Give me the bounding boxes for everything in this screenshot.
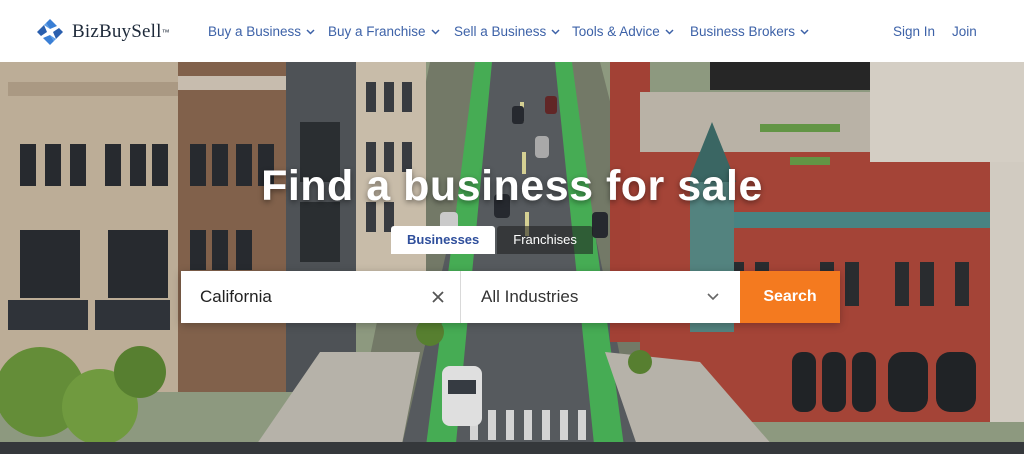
tab-franchises[interactable]: Franchises [497, 226, 593, 254]
nav-label: Business Brokers [690, 24, 796, 39]
hero-section: Find a business for sale Businesses Fran… [0, 62, 1024, 454]
clear-icon[interactable] [431, 290, 445, 304]
tab-businesses[interactable]: Businesses [391, 226, 496, 254]
industry-select[interactable]: All Industries [461, 271, 740, 323]
nav-buy-a-business[interactable]: Buy a Business [208, 24, 315, 39]
sign-in-link[interactable]: Sign In [893, 24, 935, 39]
chevron-down-icon [306, 28, 315, 35]
chevron-down-icon [800, 28, 809, 35]
join-link[interactable]: Join [952, 24, 977, 39]
nav-label: Buy a Business [208, 24, 302, 39]
brand-name: BizBuySell [72, 21, 162, 42]
chevron-down-icon [665, 28, 674, 35]
hero-street-background-image [0, 62, 1024, 454]
search-bar: All Industries Search [181, 271, 840, 323]
location-field-container [181, 271, 461, 323]
nav-business-brokers[interactable]: Business Brokers [690, 24, 809, 39]
search-button[interactable]: Search [740, 271, 840, 323]
chevron-down-icon [431, 28, 440, 35]
bizbuysell-logo-icon [37, 19, 63, 45]
nav-label: Tools & Advice [572, 24, 660, 39]
nav-label: Buy a Franchise [328, 24, 426, 39]
brand-trademark: ™ [161, 27, 170, 37]
nav-tools-and-advice[interactable]: Tools & Advice [572, 24, 674, 39]
nav-buy-a-franchise[interactable]: Buy a Franchise [328, 24, 440, 39]
chevron-down-icon [707, 293, 719, 301]
location-input[interactable] [181, 271, 411, 323]
hero-title: Find a business for sale [261, 162, 763, 210]
nav-label: Sell a Business [454, 24, 547, 39]
chevron-down-icon [551, 28, 560, 35]
site-header: BizBuySell ™ Buy a Business Buy a Franch… [0, 0, 1024, 62]
industry-selected-value: All Industries [481, 287, 579, 306]
bizbuysell-logo[interactable]: BizBuySell ™ [36, 18, 170, 46]
search-type-tabs: Businesses Franchises [391, 226, 593, 254]
nav-sell-a-business[interactable]: Sell a Business [454, 24, 560, 39]
